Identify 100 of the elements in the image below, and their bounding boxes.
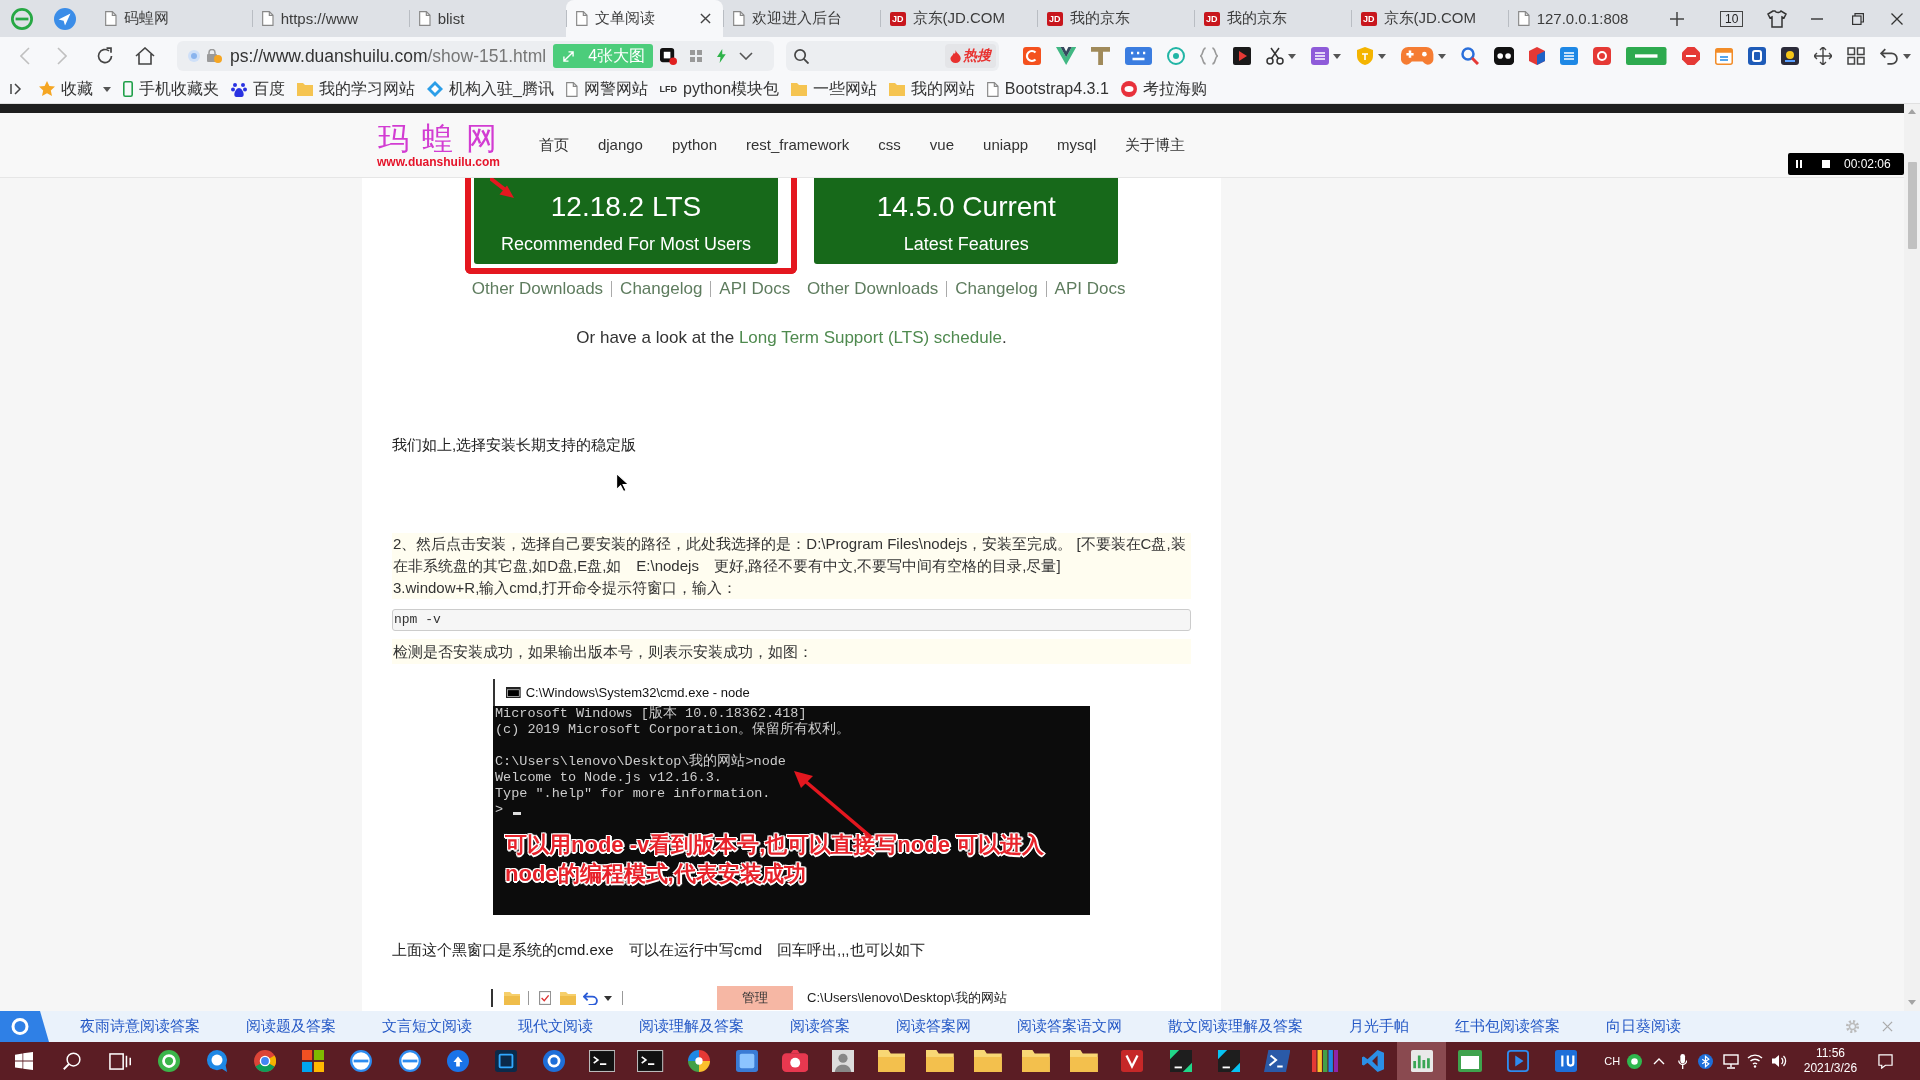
cube-icon[interactable] <box>1529 47 1546 65</box>
caret-icon[interactable] <box>1288 53 1297 59</box>
windows-logo-icon[interactable] <box>15 1052 34 1070</box>
address-field[interactable]: ps://www.duanshuilu.com/show-151.html 4张大图 <box>177 41 774 71</box>
grid-icon[interactable] <box>1846 47 1865 65</box>
site-logo[interactable]: 玛 蝗 网 www.duanshuilu.com <box>377 121 500 169</box>
reload-icon[interactable] <box>96 47 114 65</box>
caret-icon[interactable] <box>1378 53 1387 59</box>
nav-link[interactable]: python <box>671 135 717 155</box>
badge-tile-icon[interactable] <box>1780 47 1799 65</box>
lines-tile-icon[interactable] <box>1560 47 1579 65</box>
lines-tile-icon[interactable] <box>1311 47 1330 65</box>
bar-link[interactable]: 阅读题及答案 <box>246 1017 336 1036</box>
browser-tab[interactable]: 欢迎进入后台 <box>723 0 880 37</box>
browser-tab[interactable]: https://www <box>252 0 409 37</box>
browser-tab[interactable]: JD 京东(JD.COM <box>880 0 1037 37</box>
search-icon[interactable] <box>63 1052 82 1070</box>
home-icon[interactable] <box>135 47 155 65</box>
bar-link[interactable]: 阅读答案网 <box>896 1017 971 1036</box>
caret-icon[interactable] <box>1437 53 1446 59</box>
arrow-circle-icon[interactable] <box>54 7 76 30</box>
tab-count-button[interactable]: 10 <box>1720 10 1744 27</box>
browser-tab[interactable]: 码蝗网 <box>95 0 252 37</box>
v-shape-icon[interactable] <box>1056 47 1077 65</box>
lts-schedule-link[interactable]: Long Term Support (LTS) schedule <box>738 328 1002 347</box>
braces-icon[interactable] <box>1200 47 1219 65</box>
bar-link[interactable]: 向日葵阅读 <box>1606 1017 1681 1036</box>
nav-link[interactable]: 关于博主 <box>1125 135 1186 155</box>
sidebar-toggle-icon[interactable] <box>10 83 22 95</box>
browser-tab[interactable]: 文单阅读 <box>566 0 723 37</box>
small-bar-icon[interactable] <box>1626 47 1667 65</box>
play-tile-icon[interactable] <box>1233 47 1252 65</box>
download-button[interactable]: 12.18.2 LTS Recommended For Most Users <box>474 178 778 264</box>
shirt-icon[interactable] <box>1767 9 1788 28</box>
caret-icon[interactable] <box>604 995 613 1001</box>
bookmark[interactable]: LFD python模块包 <box>659 78 780 100</box>
bar-link[interactable]: 阅读答案 <box>790 1017 850 1036</box>
monitor-icon[interactable] <box>1723 1053 1740 1069</box>
notification-icon[interactable] <box>1878 1053 1894 1069</box>
undo-icon[interactable] <box>1879 47 1899 65</box>
wifi-icon[interactable] <box>1747 1054 1764 1068</box>
bar-link[interactable]: 文言短文阅读 <box>382 1017 472 1036</box>
input-language[interactable]: CH <box>1604 1055 1621 1067</box>
download-link[interactable]: Other Downloads <box>807 278 939 300</box>
download-button[interactable]: 14.5.0 Current Latest Features <box>814 178 1119 264</box>
bookmark[interactable]: Bootstrap4.3.1 <box>987 80 1109 98</box>
bookmark[interactable]: 百度 <box>231 78 285 100</box>
pause-icon[interactable] <box>1796 160 1802 168</box>
browser-tab[interactable]: JD 我的京东 <box>1194 0 1351 37</box>
bookmark[interactable]: 考拉海购 <box>1120 78 1207 100</box>
nav-link[interactable]: django <box>597 135 643 155</box>
scrollbar[interactable] <box>1904 104 1920 1011</box>
restore-icon[interactable] <box>1852 12 1865 25</box>
bar-link[interactable]: 阅读理解及答案 <box>639 1017 744 1036</box>
scrollbar-thumb[interactable] <box>1907 162 1917 249</box>
microphone-icon[interactable] <box>1678 1053 1688 1069</box>
download-link[interactable]: API Docs <box>1054 278 1126 300</box>
bookmark[interactable]: 我的网站 <box>889 78 976 100</box>
close-icon[interactable] <box>700 13 711 24</box>
bookmark[interactable]: 网警网站 <box>565 78 648 100</box>
caret-icon[interactable] <box>1902 53 1911 59</box>
bar-link[interactable]: 月光手帕 <box>1349 1017 1409 1036</box>
caret-icon[interactable] <box>103 86 111 92</box>
stop-sign-icon[interactable] <box>1681 47 1700 65</box>
bar-link[interactable]: 散文阅读理解及答案 <box>1168 1017 1303 1036</box>
chevron-down-icon[interactable] <box>738 52 753 60</box>
ribbon-tab[interactable]: 管理 <box>717 986 794 1010</box>
minimize-icon[interactable] <box>1811 17 1824 20</box>
magnifier-icon[interactable] <box>1460 47 1479 65</box>
close-icon[interactable] <box>1891 12 1904 25</box>
bookmark[interactable]: 我的学习网站 <box>297 78 415 100</box>
volume-icon[interactable] <box>1771 1054 1788 1068</box>
t-shape-icon[interactable] <box>1091 47 1111 65</box>
download-link[interactable]: Other Downloads <box>471 278 604 300</box>
checked-document-icon[interactable] <box>539 991 552 1005</box>
keyboard-icon[interactable] <box>1125 47 1153 65</box>
bar-link[interactable]: 夜雨诗意阅读答案 <box>80 1017 200 1036</box>
badge-tile-icon[interactable] <box>660 47 678 65</box>
bar-link[interactable]: 阅读答案语文网 <box>1017 1017 1122 1036</box>
nav-link[interactable]: vue <box>929 135 955 155</box>
nav-link[interactable]: mysql <box>1057 135 1097 155</box>
bar-link[interactable]: 红书包阅读答案 <box>1455 1017 1560 1036</box>
bookmark[interactable]: 手机收藏夹 <box>123 78 219 100</box>
bookmark[interactable]: 机构入驻_腾讯 <box>427 78 554 100</box>
caret-icon[interactable] <box>1333 53 1342 59</box>
ring-tab-icon[interactable] <box>0 1011 49 1042</box>
bookmark[interactable]: 一些网站 <box>791 78 878 100</box>
bar-link[interactable]: 现代文阅读 <box>518 1017 593 1036</box>
download-link[interactable]: Changelog <box>955 278 1038 300</box>
browser-tab[interactable]: blist <box>409 0 566 37</box>
move-icon[interactable] <box>1813 47 1832 65</box>
scissors-icon[interactable] <box>1266 47 1285 65</box>
calendar-icon[interactable] <box>1714 47 1733 65</box>
mask-icon[interactable] <box>1493 47 1515 65</box>
browser-tab[interactable]: 127.0.0.1:808 <box>1508 0 1665 37</box>
undo-icon[interactable] <box>583 991 599 1005</box>
circle-icon[interactable] <box>1627 1053 1643 1069</box>
download-link[interactable]: API Docs <box>719 278 791 300</box>
ring-tile-icon[interactable] <box>1593 47 1612 65</box>
browser-tab[interactable]: JD 我的京东 <box>1037 0 1194 37</box>
